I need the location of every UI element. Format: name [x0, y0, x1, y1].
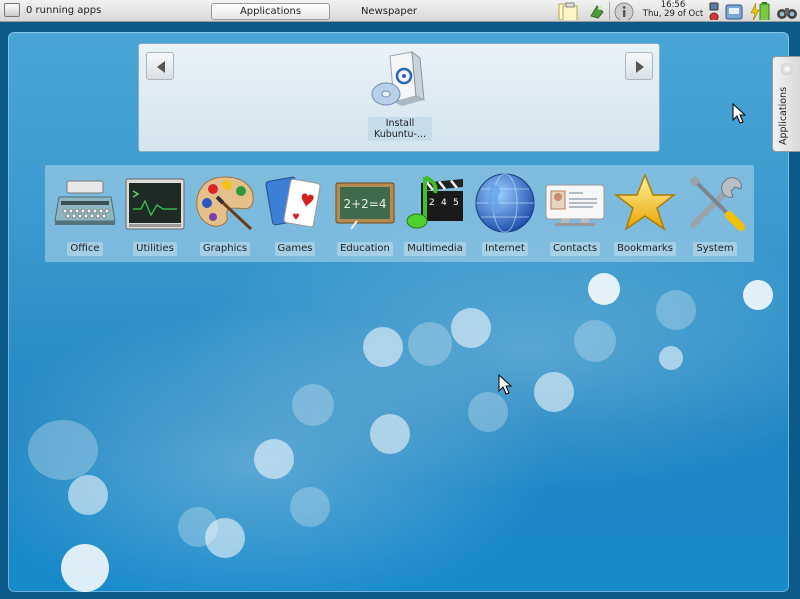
chalkboard-text: 2+2=4: [343, 197, 386, 211]
binoculars-icon[interactable]: [776, 2, 798, 20]
category-label: Multimedia: [404, 242, 466, 256]
slate-digit: 4: [441, 198, 447, 208]
running-apps-label: 0 running apps: [26, 4, 102, 16]
install-cd-icon: [371, 50, 425, 106]
bokeh-light: [68, 475, 108, 515]
category-office[interactable]: Office: [51, 171, 119, 256]
arrow-left-icon: [157, 61, 165, 73]
category-bookmarks[interactable]: Bookmarks: [611, 171, 679, 256]
top-panel: 0 running apps Applications Newspaper 16…: [0, 0, 800, 22]
terminal-icon: [125, 178, 185, 230]
mouse-cursor-icon: [732, 103, 746, 124]
bokeh-light: [370, 414, 410, 454]
category-label: Internet: [482, 242, 528, 256]
bokeh-light: [254, 439, 294, 479]
side-tab-label: Applications: [778, 86, 789, 145]
bokeh-light: [28, 420, 98, 480]
typewriter-icon: [54, 180, 116, 225]
applications-side-tab[interactable]: Applications: [772, 56, 800, 152]
bokeh-light: [408, 322, 452, 366]
category-system[interactable]: System: [681, 171, 749, 256]
bokeh-light: [61, 544, 109, 592]
category-multimedia[interactable]: 245 Multimedia: [401, 171, 469, 256]
bokeh-light: [363, 327, 403, 367]
device-notifier-icon[interactable]: [708, 2, 720, 20]
category-label: Utilities: [133, 242, 177, 256]
category-label: Games: [274, 242, 316, 256]
device-manager-icon[interactable]: [724, 2, 744, 20]
star-icon: [613, 172, 677, 231]
favorite-label: Install Kubuntu-...: [368, 117, 432, 141]
activity-tab-newspaper[interactable]: Newspaper: [340, 3, 438, 20]
bokeh-light: [290, 487, 330, 527]
slate-digit: 5: [453, 198, 459, 208]
toolbox-icon: [781, 63, 793, 75]
digital-clock[interactable]: 16:56 Thu, 29 of Oct: [640, 1, 706, 19]
scroll-left-button[interactable]: [146, 52, 174, 80]
category-games[interactable]: Games: [261, 171, 329, 256]
mouse-cursor-icon: [498, 374, 512, 395]
chalkboard-icon: 2+2=4: [335, 182, 395, 230]
tools-icon: [689, 175, 745, 231]
contact-card-icon: [545, 184, 605, 226]
bokeh-light: [743, 280, 773, 310]
bokeh-light: [205, 518, 245, 558]
cards-icon: [265, 176, 321, 228]
category-contacts[interactable]: Contacts: [541, 171, 609, 256]
clapper-music-icon: 245: [406, 175, 463, 229]
bokeh-light: [451, 308, 491, 348]
battery-icon[interactable]: [748, 2, 772, 20]
bokeh-light: [292, 384, 334, 426]
favorite-install-kubuntu[interactable]: Install Kubuntu-...: [368, 50, 432, 141]
bokeh-light: [534, 372, 574, 412]
notes-icon[interactable]: [557, 2, 581, 20]
bokeh-light: [656, 290, 696, 330]
network-icon[interactable]: [588, 2, 606, 20]
task-manager-icon: [4, 3, 20, 17]
category-label: Bookmarks: [614, 242, 676, 256]
bokeh-light: [588, 273, 620, 305]
category-label: Contacts: [549, 242, 601, 256]
running-apps[interactable]: 0 running apps: [4, 3, 101, 17]
bokeh-light: [468, 392, 508, 432]
info-icon[interactable]: [613, 2, 635, 20]
globe-icon: [475, 173, 535, 233]
category-internet[interactable]: Internet: [471, 171, 539, 256]
activity-tab-applications[interactable]: Applications: [211, 3, 330, 20]
category-education[interactable]: 2+2=4 Education: [331, 171, 399, 256]
favorites-panel: Install Kubuntu-...: [138, 43, 660, 152]
category-label: Education: [337, 242, 393, 256]
palette-icon: [196, 176, 254, 231]
desktop-area: Install Kubuntu-... Office Utilities Gra…: [8, 32, 789, 592]
bokeh-light: [574, 320, 616, 362]
category-label: Graphics: [199, 242, 251, 256]
scroll-right-button[interactable]: [625, 52, 653, 80]
category-utilities[interactable]: Utilities: [121, 171, 189, 256]
category-label: Office: [67, 242, 103, 256]
tray-separator: [609, 2, 610, 20]
slate-digit: 2: [429, 198, 435, 208]
category-bar: Office Utilities Graphics Games 2+2=4 Ed…: [45, 165, 754, 262]
arrow-right-icon: [636, 61, 644, 73]
category-graphics[interactable]: Graphics: [191, 171, 259, 256]
category-label: System: [693, 242, 737, 256]
clock-date: Thu, 29 of Oct: [642, 9, 704, 19]
bokeh-light: [659, 346, 683, 370]
